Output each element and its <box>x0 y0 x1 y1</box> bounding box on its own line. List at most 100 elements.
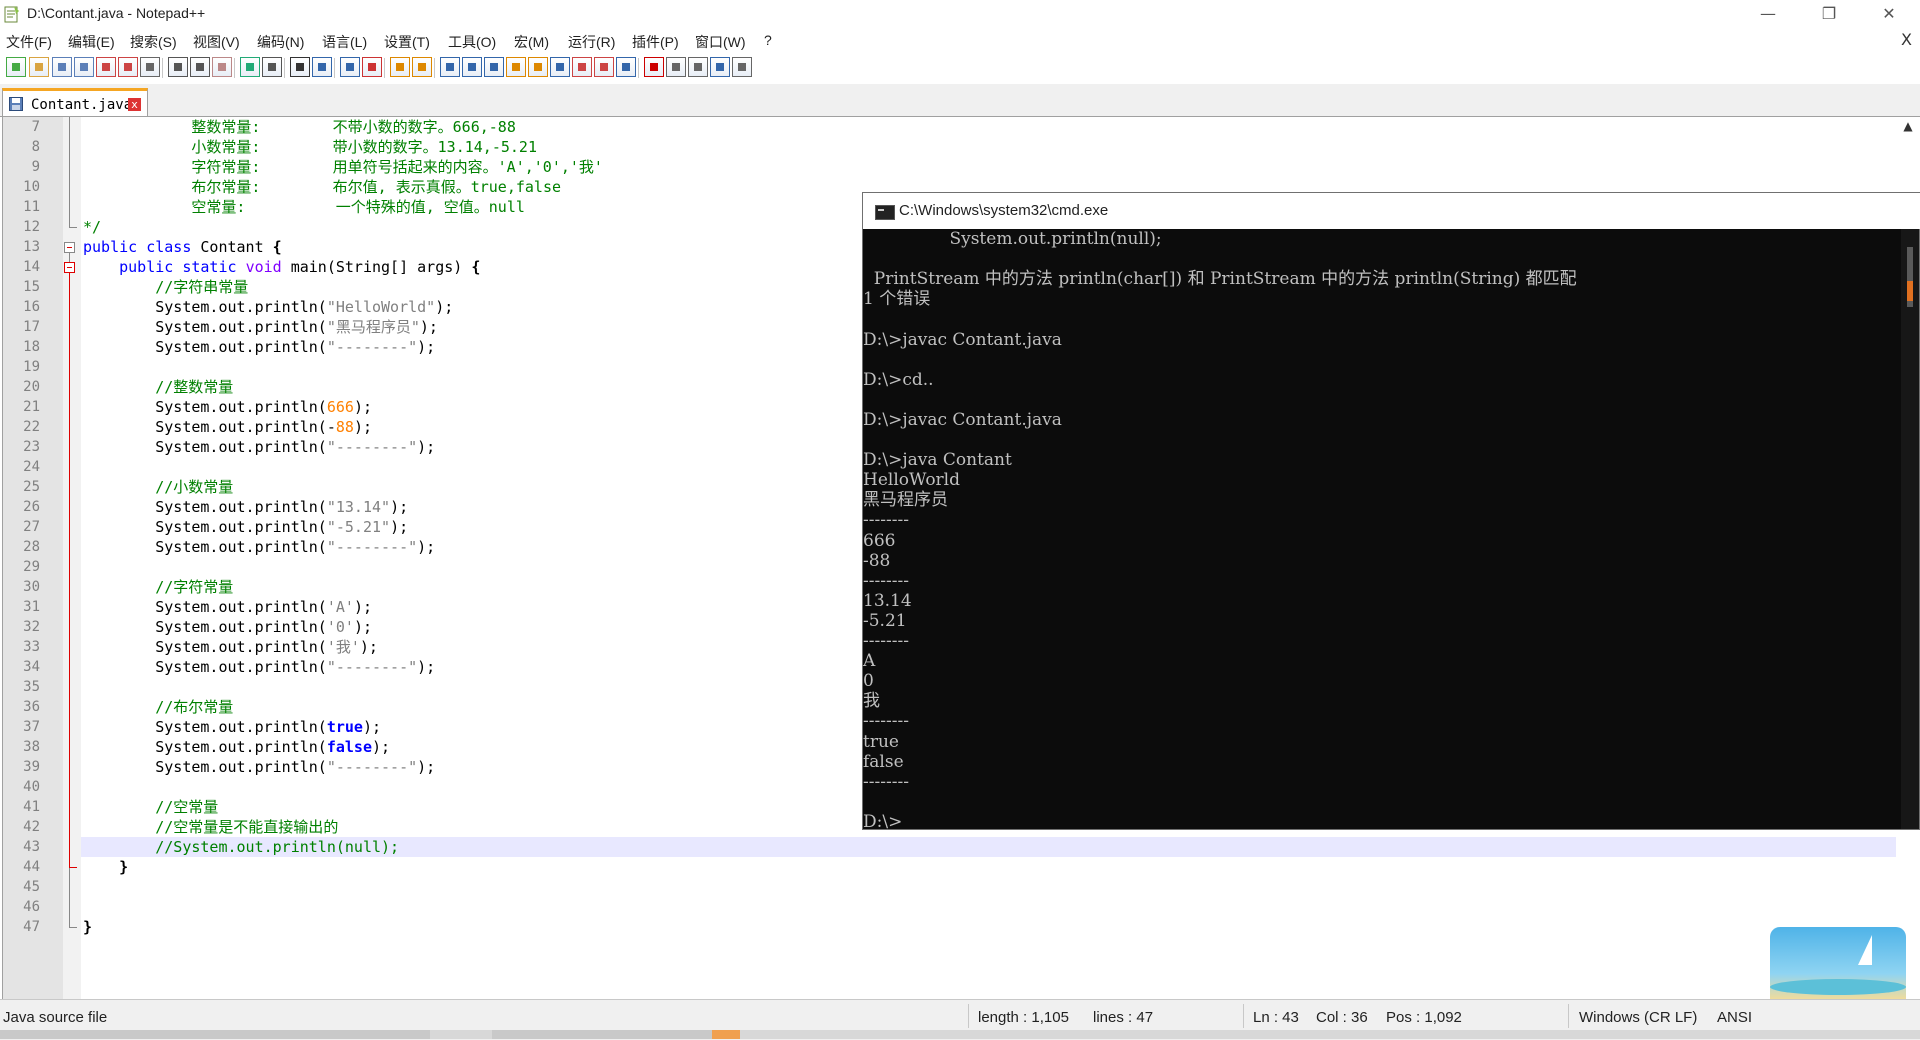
code-line[interactable]: System.out.println(666); <box>83 397 372 417</box>
cmd-output[interactable]: System.out.println(null); PrintStream 中的… <box>863 229 1903 832</box>
code-line[interactable]: System.out.println("--------"); <box>83 537 435 557</box>
menu-item-6[interactable]: 设置(T) <box>384 32 430 52</box>
menu-item-2[interactable]: 搜索(S) <box>130 32 177 52</box>
fold-toggle-icon[interactable] <box>64 262 75 273</box>
code-line[interactable]: 整数常量: 不带小数的数字。666,-88 <box>83 117 516 137</box>
cmd-scrollbar[interactable] <box>1901 229 1919 829</box>
code-line[interactable]: //空常量 <box>83 797 218 817</box>
find-icon[interactable] <box>290 57 310 77</box>
menu-item-12[interactable]: ? <box>764 32 772 48</box>
cmd-window[interactable]: C:\Windows\system32\cmd.exe System.out.p… <box>862 192 1920 832</box>
code-line[interactable]: System.out.println("--------"); <box>83 337 435 357</box>
record-macro-icon[interactable] <box>644 57 664 77</box>
code-line[interactable]: System.out.println("黑马程序员"); <box>83 317 438 337</box>
code-line[interactable]: //字符串常量 <box>83 277 248 297</box>
menu-item-11[interactable]: 窗口(W) <box>695 32 746 52</box>
sync-v-icon[interactable] <box>390 57 410 77</box>
show-all-chars-icon[interactable] <box>462 57 482 77</box>
code-line[interactable]: } <box>83 857 128 877</box>
code-line[interactable]: System.out.println('我'); <box>83 637 378 657</box>
menu-item-8[interactable]: 宏(M) <box>514 32 549 52</box>
code-line[interactable]: System.out.println("13.14"); <box>83 497 408 517</box>
cmd-output-line: A <box>863 651 876 672</box>
menu-item-3[interactable]: 视图(V) <box>193 32 240 52</box>
code-line[interactable]: */ <box>83 217 101 237</box>
function-list-icon[interactable] <box>550 57 570 77</box>
scroll-up-arrow-icon[interactable]: ▲ <box>1897 119 1919 133</box>
run-macro-multi-icon-glyph <box>716 63 724 71</box>
code-line[interactable]: System.out.println(-88); <box>83 417 372 437</box>
menu-item-1[interactable]: 编辑(E) <box>68 32 115 52</box>
code-line[interactable]: System.out.println("-5.21"); <box>83 517 408 537</box>
run-macro-multi-icon[interactable] <box>710 57 730 77</box>
print-icon[interactable] <box>140 57 160 77</box>
new-file-icon[interactable] <box>6 57 26 77</box>
doc-map-icon[interactable] <box>528 57 548 77</box>
save-all-icon[interactable] <box>74 57 94 77</box>
udl-icon[interactable] <box>506 57 526 77</box>
sailboat-icon <box>1858 935 1872 965</box>
code-line[interactable]: 布尔常量: 布尔值, 表示真假。true,false <box>83 177 561 197</box>
code-line[interactable]: //整数常量 <box>83 377 233 397</box>
code-line[interactable]: System.out.println('A'); <box>83 597 372 617</box>
cut-icon[interactable] <box>168 57 188 77</box>
close-document-button[interactable]: X <box>1901 30 1912 49</box>
code-line[interactable]: System.out.println("--------"); <box>83 437 435 457</box>
menu-item-0[interactable]: 文件(F) <box>6 32 52 52</box>
menu-item-9[interactable]: 运行(R) <box>568 32 615 52</box>
status-divider <box>968 1004 969 1028</box>
code-line[interactable]: 空常量: 一个特殊的值, 空值。null <box>83 197 525 217</box>
minimize-button[interactable]: — <box>1739 0 1797 28</box>
code-line[interactable]: //字符常量 <box>83 577 233 597</box>
tab-label: Contant.java <box>31 97 133 113</box>
copy-icon[interactable] <box>190 57 210 77</box>
code-line[interactable]: //小数常量 <box>83 477 233 497</box>
stop-macro-icon[interactable] <box>666 57 686 77</box>
monitor-icon[interactable] <box>594 57 614 77</box>
fold-toggle-icon[interactable] <box>64 242 75 253</box>
zoom-out-icon[interactable] <box>362 57 382 77</box>
zoom-in-icon[interactable] <box>340 57 360 77</box>
code-line[interactable]: } <box>83 917 92 937</box>
word-wrap-icon[interactable] <box>440 57 460 77</box>
menu-item-7[interactable]: 工具(O) <box>448 32 496 52</box>
redo-icon[interactable] <box>262 57 282 77</box>
code-line[interactable]: //空常量是不能直接输出的 <box>83 817 338 837</box>
restore-button[interactable]: ❐ <box>1800 0 1858 28</box>
code-line[interactable]: System.out.println('0'); <box>83 617 372 637</box>
code-line[interactable]: System.out.println("--------"); <box>83 757 435 777</box>
replace-icon-glyph <box>318 63 326 71</box>
menu-item-5[interactable]: 语言(L) <box>322 32 367 52</box>
close-file-icon[interactable] <box>96 57 116 77</box>
save-disk-icon <box>9 97 23 111</box>
code-line[interactable]: public class Contant { <box>83 237 282 257</box>
code-line[interactable]: System.out.println(false); <box>83 737 390 757</box>
cmd-title-bar[interactable]: C:\Windows\system32\cmd.exe <box>863 193 1920 229</box>
sync-h-icon[interactable] <box>412 57 432 77</box>
code-line[interactable]: System.out.println("HelloWorld"); <box>83 297 453 317</box>
play-macro-icon[interactable] <box>688 57 708 77</box>
eye-icon[interactable] <box>616 57 636 77</box>
tab-contant-java[interactable]: Contant.java x <box>2 88 148 116</box>
code-line[interactable]: 字符常量: 用单符号括起来的内容。'A','0','我' <box>83 157 603 177</box>
folder-workspace-icon[interactable] <box>572 57 592 77</box>
tab-close-icon[interactable]: x <box>128 98 141 111</box>
close-all-icon[interactable] <box>118 57 138 77</box>
code-line[interactable]: public static void main(String[] args) { <box>83 257 480 277</box>
open-file-icon[interactable] <box>29 57 49 77</box>
menu-item-4[interactable]: 编码(N) <box>257 32 304 52</box>
code-line[interactable]: System.out.println(true); <box>83 717 381 737</box>
code-line[interactable]: //System.out.println(null); <box>83 837 399 857</box>
menu-item-10[interactable]: 插件(P) <box>632 32 679 52</box>
code-line[interactable]: //布尔常量 <box>83 697 233 717</box>
status-eol: Windows (CR LF) <box>1579 1009 1698 1026</box>
indent-guide-icon[interactable] <box>484 57 504 77</box>
paste-icon[interactable] <box>212 57 232 77</box>
replace-icon[interactable] <box>312 57 332 77</box>
undo-icon[interactable] <box>240 57 260 77</box>
save-macro-icon[interactable] <box>732 57 752 77</box>
code-line[interactable]: System.out.println("--------"); <box>83 657 435 677</box>
save-icon[interactable] <box>52 57 72 77</box>
code-line[interactable]: 小数常量: 带小数的数字。13.14,-5.21 <box>83 137 537 157</box>
close-window-button[interactable]: ✕ <box>1860 0 1918 28</box>
